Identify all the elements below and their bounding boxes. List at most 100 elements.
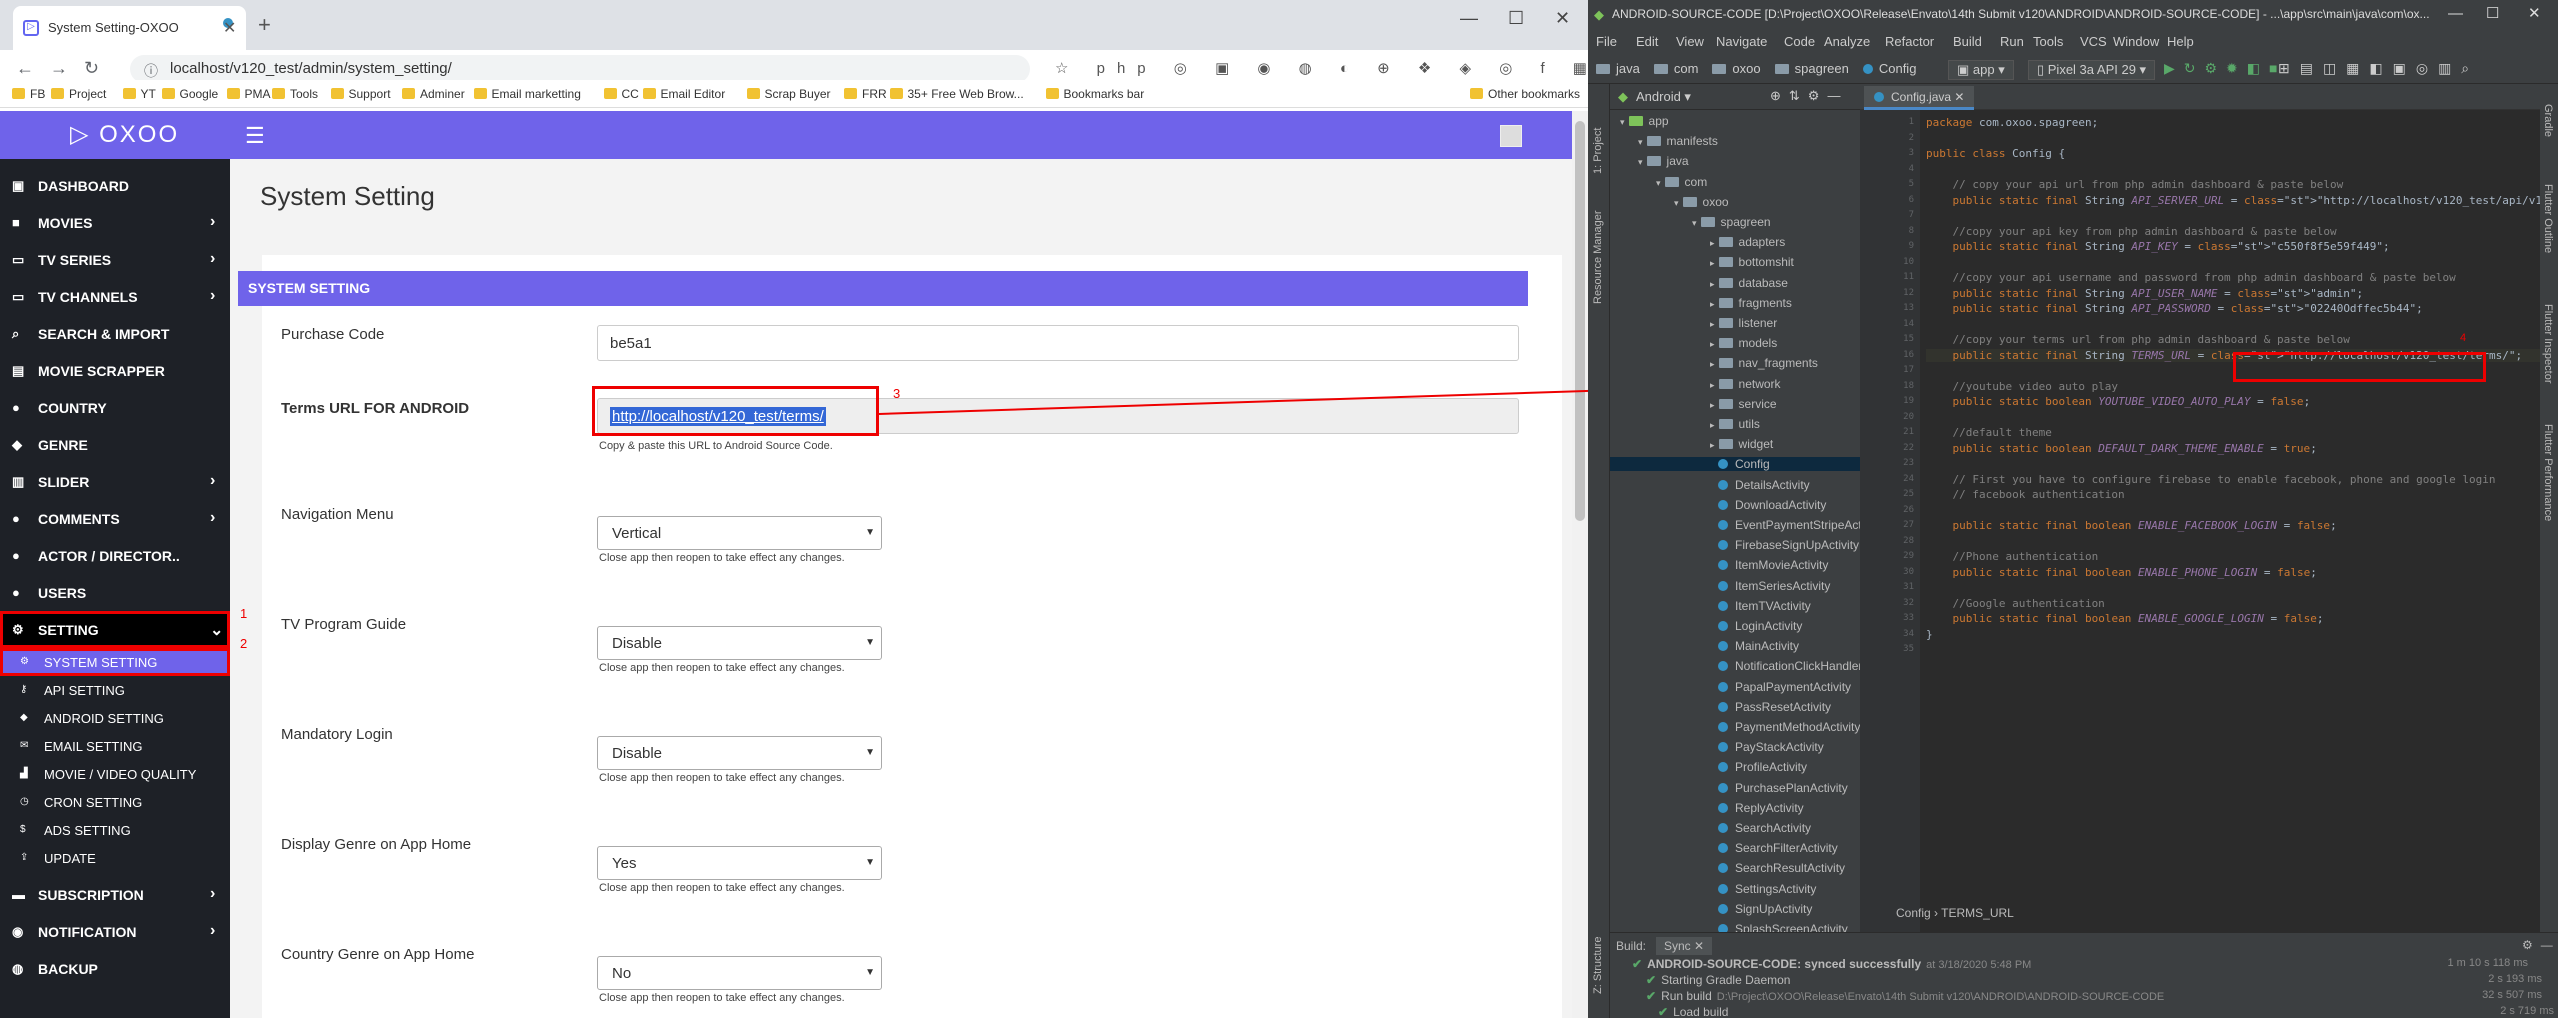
code-line[interactable]: // First you have to configure firebase … — [1926, 473, 2495, 486]
tree-class-purchaseplanactivity[interactable]: PurchasePlanActivity — [1610, 781, 1860, 795]
tree-folder-service[interactable]: ▸ service — [1710, 397, 1777, 411]
menu-refactor[interactable]: Refactor — [1885, 34, 1934, 49]
bookmark-bookmarks-bar[interactable]: Bookmarks bar — [1045, 87, 1144, 101]
tree-folder-adapters[interactable]: ▸ adapters — [1710, 235, 1785, 249]
code-line[interactable]: package com.oxoo.spagreen; — [1926, 116, 2098, 129]
menu-navigate[interactable]: Navigate — [1716, 34, 1767, 49]
bookmark-tools[interactable]: Tools — [272, 87, 318, 101]
maximize-icon[interactable]: ☐ — [2486, 4, 2499, 22]
code-line[interactable]: public static final String API_KEY = cla… — [1926, 240, 2390, 253]
sidebar-sub-api-setting[interactable]: ⚷ API SETTING — [0, 676, 230, 704]
flutter-outline-tab[interactable]: Flutter Outline — [2542, 184, 2554, 294]
tree-folder-listener[interactable]: ▸ listener — [1710, 316, 1777, 330]
collapse-arrow-icon[interactable]: ▸ — [1710, 339, 1715, 349]
tree-class-firebasesignupactivity[interactable]: FirebaseSignUpActivity — [1610, 538, 1860, 552]
ide-toolbar-icons[interactable]: ⊞▤◫▦◧▣◎▥⌕ — [2278, 60, 2479, 77]
expand-arrow-icon[interactable]: ▾ — [1674, 198, 1679, 208]
new-tab-icon[interactable]: + — [258, 12, 271, 38]
tree-class-eventpaymentstripeactivi[interactable]: EventPaymentStripeActivi — [1610, 518, 1873, 532]
minimize-icon[interactable]: — — [1460, 8, 1478, 29]
flutter-performance-tab[interactable]: Flutter Performance — [2542, 424, 2554, 574]
menu-code[interactable]: Code — [1784, 34, 1815, 49]
expand-arrow-icon[interactable]: ▾ — [1638, 157, 1643, 167]
tree-folder-utils[interactable]: ▸ utils — [1710, 417, 1760, 431]
expand-arrow-icon[interactable]: ▾ — [1656, 178, 1661, 188]
oxoo-logo[interactable]: ▷ OXOO — [70, 120, 179, 149]
forward-icon[interactable]: → — [50, 58, 68, 79]
panel-tool-icons[interactable]: ⊕⇅⚙— — [1770, 88, 1848, 104]
tree-folder-manifests[interactable]: ▾ manifests — [1638, 134, 1718, 148]
breadcrumb-com[interactable]: com — [1674, 61, 1699, 76]
resource-manager-tab[interactable]: Resource Manager — [1592, 184, 1604, 304]
close-window-icon[interactable]: ✕ — [1555, 8, 1570, 29]
expand-arrow-icon[interactable]: ▾ — [1692, 218, 1697, 228]
select-tv-program-guide[interactable]: Disable ▼ — [597, 626, 882, 660]
code-line[interactable]: } — [1926, 628, 1933, 641]
code-line[interactable]: public static final boolean ENABLE_PHONE… — [1926, 566, 2317, 579]
sidebar-item-tv-channels[interactable]: ▭ TV CHANNELS › — [0, 278, 230, 315]
expand-arrow-icon[interactable]: ▾ — [1638, 137, 1643, 147]
code-line[interactable]: public static final String API_SERVER_UR… — [1926, 194, 2558, 207]
sidebar-item-comments[interactable]: ● COMMENTS › — [0, 500, 230, 537]
bookmark-cc[interactable]: CC — [603, 87, 639, 101]
crumb-config[interactable]: Config — [1896, 906, 1931, 920]
tree-class-papalpaymentactivity[interactable]: PapalPaymentActivity — [1610, 680, 1860, 694]
url-input[interactable]: ⓘ localhost/v120_test/admin/system_setti… — [130, 55, 1030, 83]
tree-class-itemtvactivity[interactable]: ItemTVActivity — [1610, 599, 1860, 613]
collapse-arrow-icon[interactable]: ▸ — [1710, 319, 1715, 329]
structure-tab[interactable]: Z: Structure — [1592, 924, 1604, 994]
tree-class-detailsactivity[interactable]: DetailsActivity — [1610, 478, 1860, 492]
code-line[interactable]: //Google authentication — [1926, 597, 2104, 610]
sidebar-item-subscription[interactable]: ▬ SUBSCRIPTION › — [0, 876, 230, 913]
collapse-arrow-icon[interactable]: ▸ — [1710, 359, 1715, 369]
tree-folder-bottomshit[interactable]: ▸ bottomshit — [1710, 255, 1794, 269]
page-scrollbar[interactable] — [1572, 111, 1588, 1018]
collapse-arrow-icon[interactable]: ▸ — [1710, 400, 1715, 410]
sidebar-item-genre[interactable]: ◆ GENRE — [0, 426, 230, 463]
bookmark-other-bookmarks[interactable]: Other bookmarks — [1470, 87, 1580, 101]
tab-config-java[interactable]: Config.java ✕ — [1864, 86, 1975, 110]
tree-class-notificationclickhandler[interactable]: NotificationClickHandler — [1610, 659, 1862, 673]
sidebar-item-country[interactable]: ● COUNTRY — [0, 389, 230, 426]
tree-class-profileactivity[interactable]: ProfileActivity — [1610, 760, 1860, 774]
sidebar-sub-movie-video-quality[interactable]: ▟ MOVIE / VIDEO QUALITY — [0, 760, 230, 788]
code-line[interactable]: public static final String API_PASSWORD … — [1926, 302, 2423, 315]
breadcrumb-spagreen[interactable]: spagreen — [1795, 61, 1849, 76]
bookmark-35-free-web-brow[interactable]: 35+ Free Web Brow... — [889, 87, 1024, 101]
gradle-tab[interactable]: Gradle — [2542, 104, 2554, 164]
sidebar-item-slider[interactable]: ▥ SLIDER › — [0, 463, 230, 500]
tree-class-itemmovieactivity[interactable]: ItemMovieActivity — [1610, 558, 1860, 572]
run-config-select[interactable]: ▣ app ▾ — [1948, 60, 2014, 80]
code-line[interactable]: // facebook authentication — [1926, 488, 2124, 501]
select-mandatory-login[interactable]: Disable ▼ — [597, 736, 882, 770]
sidebar-sub-email-setting[interactable]: ✉ EMAIL SETTING — [0, 732, 230, 760]
purchase-code-input[interactable]: be5a1 — [597, 325, 1519, 361]
crumb-terms-url[interactable]: TERMS_URL — [1941, 906, 2014, 920]
tree-folder-spagreen[interactable]: ▾ spagreen — [1692, 215, 1771, 229]
maximize-icon[interactable]: ☐ — [1508, 8, 1524, 29]
bookmark-support[interactable]: Support — [330, 87, 391, 101]
bookmark-scrap-buyer[interactable]: Scrap Buyer — [746, 87, 831, 101]
sidebar-sub-ads-setting[interactable]: $ ADS SETTING — [0, 816, 230, 844]
sidebar-item-backup[interactable]: ◍ BACKUP — [0, 950, 230, 987]
tree-class-settingsactivity[interactable]: SettingsActivity — [1610, 882, 1860, 896]
select-display-genre-on-app-home[interactable]: Yes ▼ — [597, 846, 882, 880]
code-line[interactable]: // copy your api url from php admin dash… — [1926, 178, 2343, 191]
code-line[interactable]: public static final String API_USER_NAME… — [1926, 287, 2364, 300]
tree-folder-nav-fragments[interactable]: ▸ nav_fragments — [1710, 356, 1818, 370]
tree-class-paymentmethodactivity[interactable]: PaymentMethodActivity — [1610, 720, 1860, 734]
tree-class-searchactivity[interactable]: SearchActivity — [1610, 821, 1860, 835]
code-line[interactable]: public class Config { — [1926, 147, 2065, 160]
breadcrumb-java[interactable]: java — [1616, 61, 1640, 76]
tree-class-searchresultactivity[interactable]: SearchResultActivity — [1610, 861, 1860, 875]
tree-folder-oxoo[interactable]: ▾ oxoo — [1674, 195, 1729, 209]
breadcrumb-config[interactable]: Config — [1879, 61, 1917, 76]
menu-analyze[interactable]: Analyze — [1824, 34, 1870, 49]
menu-tools[interactable]: Tools — [2033, 34, 2063, 49]
code-line[interactable]: //Phone authentication — [1926, 550, 2098, 563]
expand-arrow-icon[interactable]: ▾ — [1620, 117, 1625, 127]
menu-window[interactable]: Window — [2113, 34, 2159, 49]
bookmark-project[interactable]: Project — [51, 87, 106, 101]
tree-class-searchfilteractivity[interactable]: SearchFilterActivity — [1610, 841, 1860, 855]
sidebar-sub-system-setting[interactable]: ⚙ SYSTEM SETTING — [0, 648, 230, 676]
